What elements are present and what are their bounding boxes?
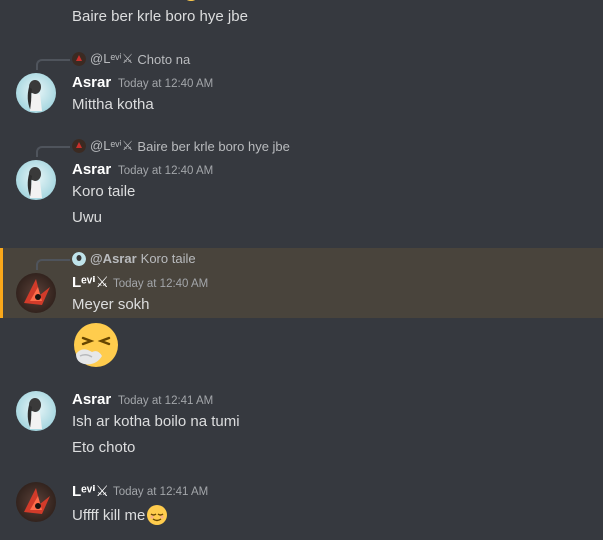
- avatar[interactable]: [16, 273, 56, 313]
- timestamp: Today at 12:40 AM: [118, 78, 214, 90]
- avatar[interactable]: [16, 482, 56, 522]
- message-text: Eto choto: [72, 439, 136, 456]
- author-name[interactable]: Asrar: [72, 391, 111, 408]
- reply-preview[interactable]: @Asrar Koro taile: [72, 251, 196, 266]
- author-name[interactable]: Asrar: [72, 74, 111, 91]
- message-text: Mittha kotha: [72, 96, 154, 113]
- reply-text: Choto na: [137, 51, 191, 67]
- avatar[interactable]: [16, 73, 56, 113]
- reply-spine: [36, 259, 70, 270]
- message-text: Uwu: [72, 209, 103, 226]
- author-name[interactable]: Lᵉᵛⁱ⚔: [72, 273, 109, 291]
- message-text: Baire ber krle boro hye jbe: [72, 8, 248, 25]
- author-name[interactable]: Asrar: [72, 161, 111, 178]
- timestamp: Today at 12:40 AM: [118, 165, 214, 177]
- avatar[interactable]: [16, 391, 56, 431]
- reply-text: Baire ber krle boro hye jbe: [137, 138, 290, 154]
- message-text: Koro taile: [72, 183, 136, 200]
- reply-author[interactable]: @Lᵉᵛⁱ⚔: [90, 51, 133, 67]
- timestamp: Today at 12:40 AM: [113, 278, 209, 290]
- reply-author[interactable]: @Asrar: [90, 251, 137, 266]
- message-text: Ish ar kotha boilo na tumi: [72, 413, 240, 430]
- reply-preview[interactable]: @Lᵉᵛⁱ⚔ Baire ber krle boro hye jbe: [72, 138, 290, 154]
- partial-emoji: [182, 0, 200, 4]
- sneezing-face-icon: [72, 322, 122, 368]
- reply-spine: [36, 59, 70, 70]
- reply-avatar: [72, 251, 86, 266]
- reply-avatar: [72, 139, 86, 153]
- message-text: Uffff kill me: [72, 506, 146, 524]
- reply-author[interactable]: @Lᵉᵛⁱ⚔: [90, 138, 133, 154]
- message-text: Meyer sokh: [72, 296, 150, 313]
- reply-spine: [36, 146, 70, 157]
- author-name[interactable]: Lᵉᵛⁱ⚔: [72, 482, 109, 500]
- reply-text: Koro taile: [140, 251, 196, 266]
- relieved-face-icon: [146, 504, 168, 526]
- timestamp: Today at 12:41 AM: [118, 395, 214, 407]
- timestamp: Today at 12:41 AM: [113, 486, 209, 498]
- avatar[interactable]: [16, 160, 56, 200]
- message-line: Uffff kill me: [72, 504, 168, 526]
- reply-preview[interactable]: @Lᵉᵛⁱ⚔ Choto na: [72, 51, 190, 67]
- reply-avatar: [72, 52, 86, 66]
